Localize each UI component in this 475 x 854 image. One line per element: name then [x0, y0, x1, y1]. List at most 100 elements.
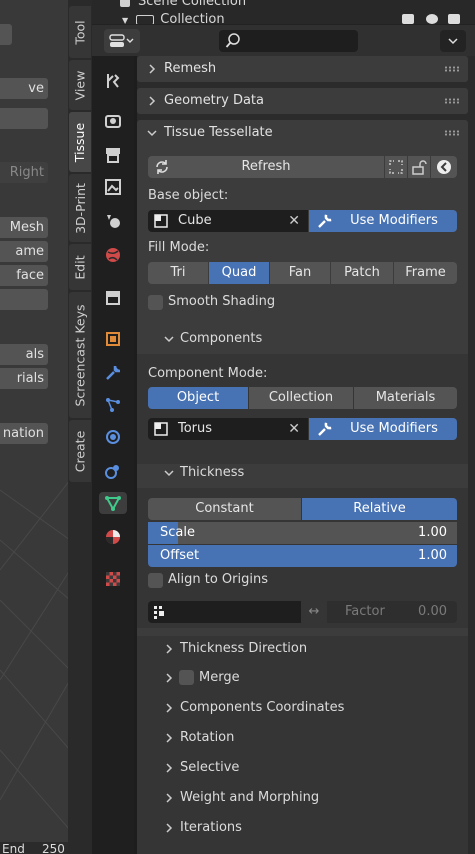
panel-tissue-tessellate[interactable]: Tissue Tessellate [137, 120, 468, 146]
clear-icon[interactable]: ✕ [288, 418, 300, 440]
texture-icon[interactable] [102, 568, 124, 590]
smooth-shading-checkbox[interactable] [148, 295, 163, 310]
constraints-icon[interactable] [102, 460, 124, 482]
component-object-field[interactable]: Torus ✕ [148, 418, 308, 440]
panel-remesh-label: Remesh [164, 61, 217, 76]
component-mode-materials[interactable]: Materials [354, 387, 457, 409]
object-icon[interactable] [102, 328, 124, 350]
viewport-button-mesh[interactable]: Mesh [0, 217, 48, 238]
viewport-top-button[interactable] [0, 24, 12, 45]
drag-handle-icon[interactable] [444, 98, 460, 104]
checkbox-icon[interactable] [402, 14, 414, 24]
fill-mode-quad[interactable]: Quad [209, 262, 269, 284]
dependency-icon[interactable] [385, 156, 407, 178]
scene-collection-row[interactable]: Scene Collection [120, 0, 246, 9]
viewport-button-blank[interactable] [0, 108, 48, 129]
output-icon[interactable] [102, 144, 124, 166]
subpanel-iterations[interactable]: Iterations [137, 815, 468, 841]
fill-mode-tri[interactable]: Tri [148, 262, 208, 284]
thickness-mode-relative[interactable]: Relative [302, 498, 457, 520]
thickness-mode-constant[interactable]: Constant [148, 498, 301, 520]
vertex-group-icon [154, 606, 164, 619]
collection-icon [136, 14, 155, 25]
data-icon[interactable] [99, 492, 127, 514]
chevron-down-icon [147, 130, 157, 137]
tab-screencast-keys[interactable]: Screencast Keys [69, 292, 91, 418]
clear-icon[interactable]: ✕ [288, 210, 300, 232]
subpanel-thickness[interactable]: Thickness [137, 458, 468, 488]
viewport-button-right[interactable]: Right [0, 162, 48, 183]
options-dropdown[interactable] [440, 30, 466, 52]
fill-mode-label: Fill Mode: [148, 240, 210, 255]
hide-viewport-icon[interactable] [426, 14, 438, 24]
chevron-right-icon [166, 703, 173, 713]
viewport-button-als[interactable]: als [0, 344, 48, 365]
drag-handle-icon[interactable] [444, 66, 460, 72]
timeline-end-field[interactable]: End 250 [0, 842, 70, 854]
viewport-button-ame[interactable]: ame [0, 241, 48, 262]
tab-create[interactable]: Create [69, 420, 91, 482]
component-mode-collection[interactable]: Collection [249, 387, 353, 409]
align-origins-checkbox[interactable] [148, 573, 163, 588]
viewport-3d[interactable]: ve Right Mesh ame face als rials nation … [0, 0, 70, 854]
subpanel-weight-morphing[interactable]: Weight and Morphing [137, 785, 468, 811]
tab-edit[interactable]: Edit [69, 244, 91, 290]
tab-3d-print[interactable]: 3D-Print [69, 174, 91, 242]
viewport-button-ve[interactable]: ve [0, 78, 48, 99]
particles-icon[interactable] [102, 394, 124, 416]
subpanel-selective[interactable]: Selective [137, 755, 468, 781]
base-object-label: Base object: [148, 188, 229, 203]
subpanel-components-coordinates[interactable]: Components Coordinates [137, 695, 468, 721]
tool-icon[interactable] [102, 70, 124, 92]
tab-view[interactable]: View [69, 60, 91, 110]
tab-tissue[interactable]: Tissue [69, 112, 91, 172]
viewport-button-blank-2[interactable] [0, 289, 48, 310]
subpanel-components[interactable]: Components [137, 324, 468, 354]
offset-slider[interactable]: Offset 1.00 [148, 545, 457, 567]
render-icon[interactable] [102, 110, 124, 132]
scale-slider[interactable]: Scale 1.00 [148, 522, 457, 544]
component-mode-object[interactable]: Object [148, 387, 248, 409]
merge-checkbox[interactable] [179, 670, 194, 685]
editor-type-dropdown[interactable] [104, 29, 140, 53]
component-use-modifiers-toggle[interactable]: Use Modifiers [309, 418, 457, 440]
scrollbar[interactable] [468, 56, 475, 854]
view-layer-icon[interactable] [102, 176, 124, 198]
physics-icon[interactable] [102, 426, 124, 448]
panel-geometry-data[interactable]: Geometry Data [137, 88, 468, 114]
fill-mode-patch[interactable]: Patch [331, 262, 393, 284]
chevron-right-icon [166, 793, 173, 803]
search-input[interactable] [219, 30, 358, 52]
refresh-button[interactable]: Refresh [148, 156, 384, 178]
subpanel-merge[interactable]: Merge [137, 665, 468, 691]
tab-tool[interactable]: Tool [69, 6, 91, 58]
viewport-button-face[interactable]: face [0, 265, 48, 286]
search-icon [225, 33, 240, 48]
subpanel-thickness-direction[interactable]: Thickness Direction [137, 636, 468, 662]
vertex-group-field[interactable] [148, 601, 301, 623]
properties-tabs [92, 56, 134, 854]
lock-icon[interactable] [408, 156, 430, 178]
wrench-icon [318, 214, 332, 228]
info-icon[interactable] [431, 156, 457, 178]
base-object-field[interactable]: Cube ✕ [148, 210, 308, 232]
subpanel-rotation[interactable]: Rotation [137, 725, 468, 751]
fill-mode-frame[interactable]: Frame [394, 262, 457, 284]
material-icon[interactable] [102, 526, 124, 548]
panel-remesh[interactable]: Remesh [137, 56, 468, 82]
render-toggle-icon[interactable] [448, 14, 460, 24]
drag-handle-icon[interactable] [444, 130, 460, 136]
scene-icon[interactable] [102, 210, 124, 232]
collection-icon[interactable] [102, 286, 124, 308]
viewport-button-nation[interactable]: nation [0, 423, 48, 444]
viewport-button-rials[interactable]: rials [0, 368, 48, 389]
modifier-icon[interactable] [102, 362, 124, 384]
factor-field[interactable]: Factor 0.00 [327, 601, 457, 623]
outliner: Scene Collection ▼ Collection [92, 0, 475, 27]
panel-geometry-data-label: Geometry Data [164, 93, 264, 108]
chevron-right-icon [149, 64, 156, 74]
invert-arrow-icon[interactable]: ↔ [303, 601, 325, 623]
fill-mode-fan[interactable]: Fan [270, 262, 330, 284]
world-icon[interactable] [102, 244, 124, 266]
base-use-modifiers-toggle[interactable]: Use Modifiers [309, 210, 457, 232]
